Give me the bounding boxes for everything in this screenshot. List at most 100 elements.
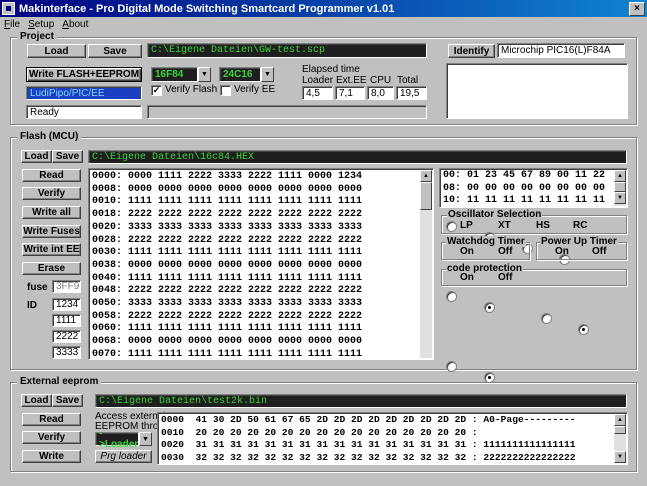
osc-lp-radio[interactable]	[446, 221, 457, 232]
access-combo[interactable]: ->Loader	[95, 428, 139, 450]
flash-hex-row: 0020: 3333 3333 3333 3333 3333 3333 3333…	[92, 221, 363, 233]
flash-read-button[interactable]: Read	[22, 169, 81, 182]
app-icon	[2, 2, 15, 15]
elapsed-header-total: Total	[397, 75, 419, 86]
elapsed-cpu-value: 8,0	[367, 86, 394, 100]
flash-hex-row: 0050: 3333 3333 3333 3333 3333 3333 3333…	[92, 298, 363, 310]
wdt-off-label: Off	[498, 246, 513, 257]
prg-loader-button[interactable]: Prg loader	[95, 450, 152, 463]
cp-on-radio[interactable]	[446, 361, 457, 372]
scroll-up-icon[interactable]: ▲	[614, 170, 626, 182]
ext-hex-row: 0030 32 32 32 32 32 32 32 32 32 32 32 32…	[161, 452, 576, 464]
flash-device-combo[interactable]: 16F84	[151, 67, 198, 82]
verify-flash-checkbox[interactable]: ✓	[151, 85, 162, 96]
flash-hex-row: 0030: 1111 1111 1111 1111 1111 1111 1111…	[92, 247, 363, 259]
status-field: Ready	[26, 105, 142, 119]
elapsed-header-extee: Ext.EE	[336, 75, 367, 86]
menu-file[interactable]: File	[4, 19, 20, 30]
flash-hex-row: 0058: 2222 2222 2222 2222 2222 2222 2222…	[92, 310, 363, 322]
flash-path-field[interactable]: C:\Eigene Dateien\16c84.HEX	[88, 150, 627, 164]
flash-hex-row: 0040: 1111 1111 1111 1111 1111 1111 1111…	[92, 272, 363, 284]
id-label: ID	[27, 300, 37, 311]
flash-hex-row: 0048: 2222 2222 2222 2222 2222 2222 2222…	[92, 285, 363, 297]
elapsed-extee-value: 7,1	[335, 86, 365, 100]
flash-hex-content: 0000: 0000 1111 2222 3333 2222 1111 0000…	[89, 169, 433, 360]
fuse-value-field[interactable]: 3FF9	[52, 280, 81, 293]
int-ee-hex-view[interactable]: 00: 01 23 45 67 89 00 11 22 08: 00 00 00 …	[439, 168, 628, 208]
menu-bar: File Setup About	[0, 17, 647, 31]
verify-ee-label: Verify EE	[234, 84, 276, 95]
id-field-2[interactable]: 1111	[52, 314, 81, 327]
wdt-on-radio[interactable]	[446, 291, 457, 302]
scroll-down-icon[interactable]: ▼	[614, 192, 626, 204]
wdt-off-radio[interactable]	[484, 302, 495, 313]
flash-hex-scrollbar[interactable]: ▲	[420, 170, 432, 358]
id-field-1[interactable]: 1234	[52, 298, 81, 311]
ext-hex-view[interactable]: 0000 41 30 2D 50 61 67 65 2D 2D 2D 2D 2D…	[157, 412, 628, 465]
verify-ee-checkbox[interactable]	[220, 85, 231, 96]
access-dropdown-icon[interactable]: ▼	[139, 432, 152, 446]
pwrt-off-radio[interactable]	[578, 324, 589, 335]
elapsed-header-cpu: CPU	[370, 75, 392, 86]
flash-hex-view[interactable]: 0000: 0000 1111 2222 3333 2222 1111 0000…	[88, 168, 434, 360]
flash-hex-row: 0068: 0000 0000 0000 0000 0000 0000 0000…	[92, 336, 363, 348]
fuse-label: fuse	[27, 282, 48, 293]
flash-hex-row: 0070: 1111 1111 1111 1111 1111 1111 1111…	[92, 348, 363, 360]
identify-log	[446, 63, 628, 119]
ext-read-button[interactable]: Read	[22, 413, 81, 426]
project-load-button[interactable]: Load	[27, 44, 86, 58]
ext-load-button[interactable]: Load	[21, 394, 52, 407]
flash-write-all-button[interactable]: Write all	[22, 206, 81, 219]
scroll-up-icon[interactable]: ▲	[614, 414, 626, 426]
flash-hex-row: 0038: 0000 0000 0000 0000 0000 0000 0000…	[92, 259, 363, 271]
verify-flash-label: Verify Flash	[165, 84, 218, 95]
flash-hex-row: 0060: 1111 1111 1111 1111 1111 1111 1111…	[92, 323, 363, 335]
ext-hex-scrollbar[interactable]: ▲ ▼	[614, 414, 626, 463]
project-save-button[interactable]: Save	[88, 44, 142, 58]
osc-xt-label: XT	[498, 220, 511, 231]
menu-setup[interactable]: Setup	[28, 19, 54, 30]
flash-group-label: Flash (MCU)	[17, 131, 82, 142]
identify-button[interactable]: Identify	[448, 44, 495, 58]
int-ee-scrollbar[interactable]: ▲ ▼	[614, 170, 626, 206]
cp-on-label: On	[460, 272, 474, 283]
flash-device-dropdown-icon[interactable]: ▼	[198, 67, 211, 82]
id-field-4[interactable]: 3333	[52, 346, 81, 359]
scroll-up-icon[interactable]: ▲	[420, 170, 432, 182]
ext-path-field[interactable]: C:\Eigene Dateien\test2k.bin	[95, 394, 627, 408]
scroll-thumb[interactable]	[614, 182, 626, 192]
elapsed-loader-value: 4,5	[302, 86, 333, 100]
write-fuses-button[interactable]: Write Fuses	[22, 225, 81, 238]
progress-bar	[147, 105, 427, 119]
int-ee-hex-row: 10: 11 11 11 11 11 11 11 11	[443, 195, 606, 207]
pwrt-on-radio[interactable]	[541, 313, 552, 324]
scroll-down-icon[interactable]: ▼	[614, 451, 626, 463]
interface-field[interactable]: LudiPipo/PIC/EE	[26, 86, 142, 100]
write-int-ee-button[interactable]: Write int EE	[22, 243, 81, 256]
flash-hex-row: 0000: 0000 1111 2222 3333 2222 1111 0000…	[92, 171, 363, 182]
project-path-field[interactable]: C:\Eigene Dateien\GW-test.scp	[147, 43, 427, 58]
scroll-thumb[interactable]	[614, 426, 626, 434]
menu-about[interactable]: About	[62, 19, 88, 30]
flash-load-button[interactable]: Load	[21, 150, 52, 163]
osc-hs-label: HS	[536, 220, 550, 231]
close-button[interactable]: ×	[629, 2, 645, 16]
ext-hex-row: 0010 20 20 20 20 20 20 20 20 20 20 20 20…	[161, 426, 478, 438]
ee-device-combo[interactable]: 24C16	[219, 67, 261, 82]
int-ee-hex-row: 00: 01 23 45 67 89 00 11 22	[443, 170, 606, 181]
ext-write-button[interactable]: Write	[22, 450, 81, 463]
write-flash-eeprom-button[interactable]: Write FLASH+EEPROM	[26, 67, 142, 82]
int-ee-hex-row: 08: 00 00 00 00 00 00 00 00	[443, 182, 606, 194]
flash-save-button[interactable]: Save	[52, 150, 83, 163]
id-field-3[interactable]: 2222	[52, 330, 81, 343]
oscillator-title: Oscillator Selection	[447, 209, 543, 220]
external-eeprom-label: External eeprom	[17, 376, 102, 387]
title-bar: Makinterface - Pro Digital Mode Switchin…	[0, 0, 647, 17]
scroll-thumb[interactable]	[420, 182, 432, 210]
ext-save-button[interactable]: Save	[52, 394, 83, 407]
erase-button[interactable]: Erase	[22, 262, 81, 275]
elapsed-title: Elapsed time	[302, 64, 360, 75]
flash-verify-button[interactable]: Verify	[22, 187, 81, 200]
ee-device-dropdown-icon[interactable]: ▼	[261, 67, 274, 82]
ext-verify-button[interactable]: Verify	[22, 431, 81, 444]
